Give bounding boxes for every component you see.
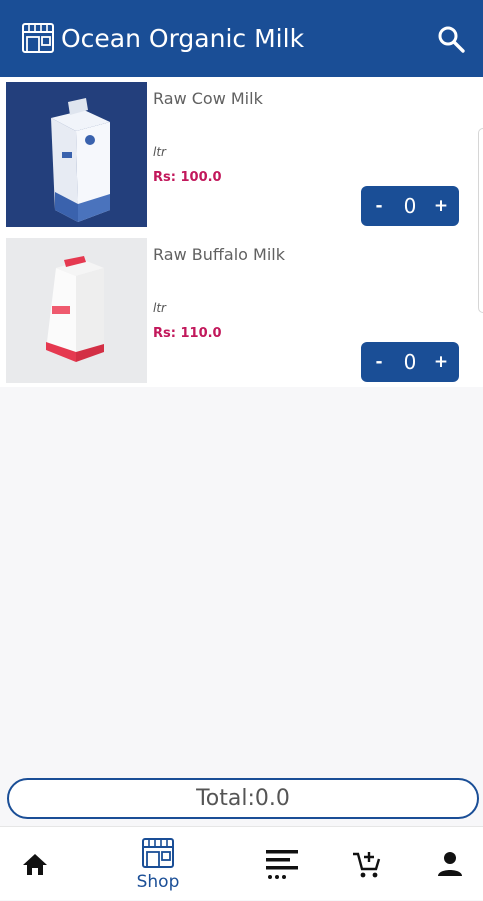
app-bar: Ocean Organic Milk [0, 0, 483, 77]
nav-categories[interactable] [262, 827, 302, 901]
search-icon[interactable] [436, 24, 466, 54]
product-unit: ltr [153, 301, 166, 315]
store-icon [22, 23, 54, 53]
product-name: Raw Buffalo Milk [153, 245, 285, 264]
bottom-navigation: Shop [0, 826, 483, 900]
cart-total[interactable]: Total:0.0 [7, 778, 479, 819]
quantity-stepper: - 0 + [361, 186, 459, 226]
nav-shop-label: Shop [136, 872, 180, 892]
product-price: Rs: 110.0 [153, 326, 222, 341]
product-card-raw-cow-milk[interactable]: Raw Cow Milk ltr Rs: 100.0 - 0 + [0, 77, 483, 227]
nav-profile[interactable] [434, 827, 466, 901]
side-panel-edge[interactable] [478, 128, 483, 313]
product-list: Raw Cow Milk ltr Rs: 100.0 - 0 + Raw Buf… [0, 77, 483, 387]
product-image-cow-milk [6, 82, 147, 227]
decrement-button[interactable]: - [371, 196, 387, 216]
nav-shop[interactable]: Shop [128, 827, 188, 901]
product-price: Rs: 100.0 [153, 170, 222, 185]
nav-home[interactable] [14, 827, 56, 901]
person-icon [438, 852, 462, 876]
add-to-cart-icon [353, 852, 381, 878]
store-icon [142, 838, 174, 868]
product-unit: ltr [153, 145, 166, 159]
category-list-icon [266, 850, 298, 879]
nav-cart[interactable] [348, 827, 384, 901]
increment-button[interactable]: + [433, 196, 449, 216]
product-name: Raw Cow Milk [153, 89, 263, 108]
product-card-raw-buffalo-milk[interactable]: Raw Buffalo Milk ltr Rs: 110.0 - 0 + [0, 233, 483, 383]
quantity-value: 0 [403, 350, 417, 374]
quantity-value: 0 [403, 194, 417, 218]
increment-button[interactable]: + [433, 352, 449, 372]
product-image-buffalo-milk [6, 238, 147, 383]
app-title: Ocean Organic Milk [61, 24, 305, 53]
home-icon [23, 854, 47, 875]
quantity-stepper: - 0 + [361, 342, 459, 382]
decrement-button[interactable]: - [371, 352, 387, 372]
